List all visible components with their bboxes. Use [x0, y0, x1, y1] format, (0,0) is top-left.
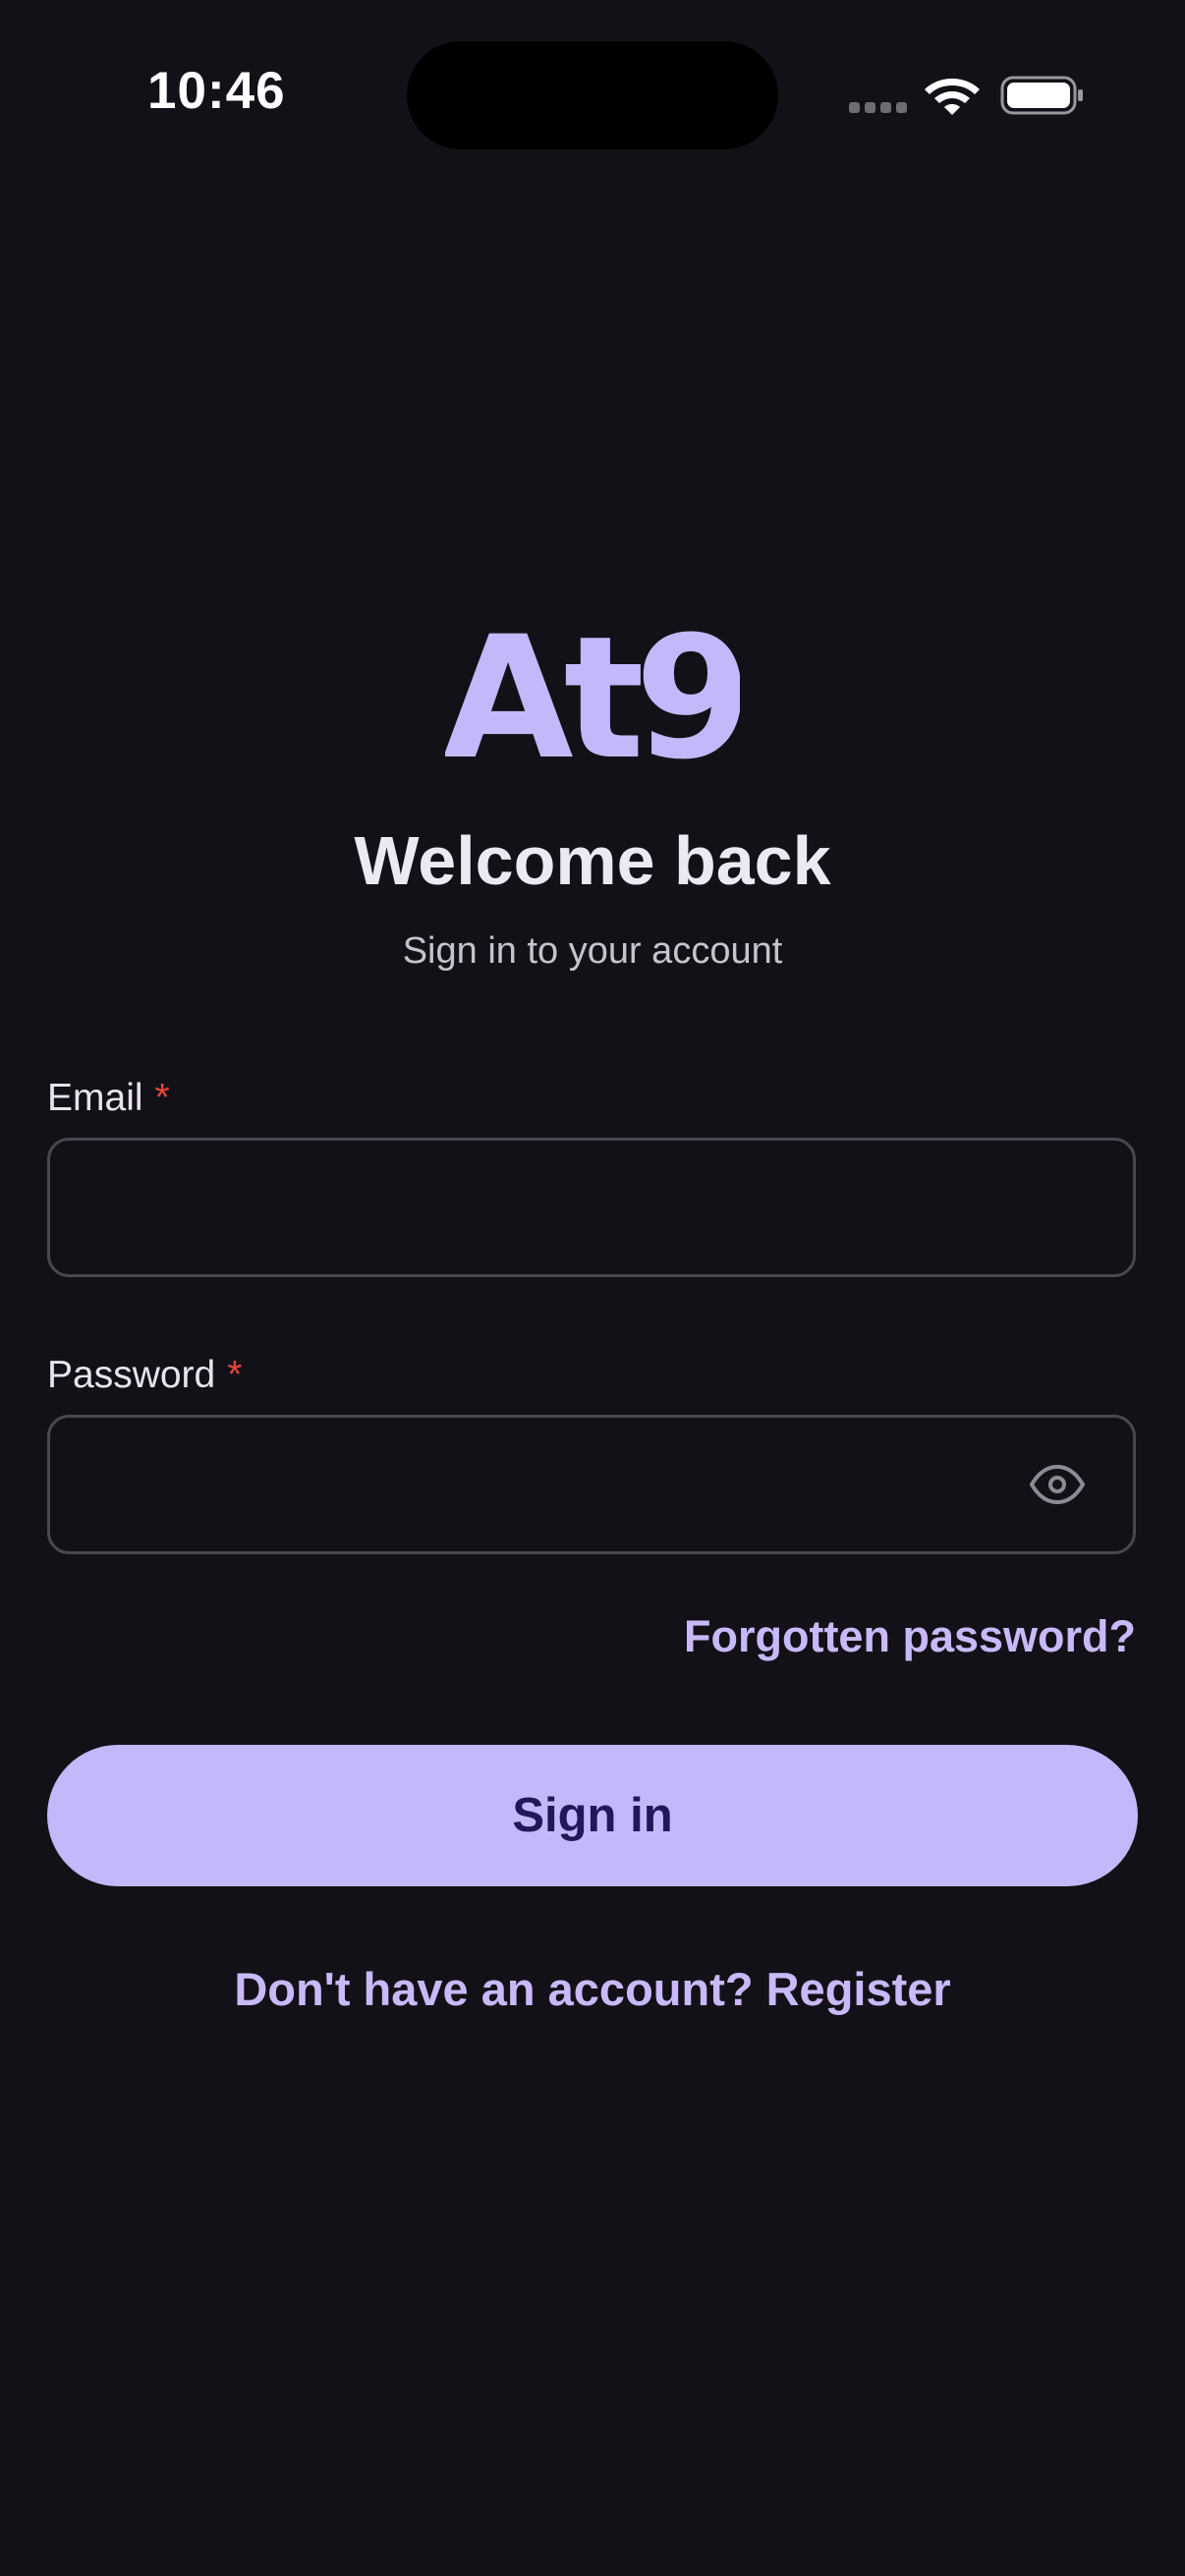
- sign-in-button[interactable]: Sign in: [47, 1745, 1138, 1886]
- email-label: Email *: [47, 1077, 170, 1120]
- register-link[interactable]: Don't have an account? Register: [0, 1962, 1185, 2016]
- wifi-icon: [925, 79, 980, 115]
- email-field[interactable]: [47, 1138, 1136, 1277]
- password-label: Password *: [47, 1354, 242, 1397]
- status-time: 10:46: [147, 62, 286, 120]
- required-mark: *: [227, 1354, 243, 1396]
- cellular-signal-icon: [849, 102, 907, 113]
- status-bar: 10:46: [0, 0, 1185, 196]
- password-field[interactable]: [47, 1415, 1136, 1554]
- email-input[interactable]: [78, 1141, 1025, 1276]
- password-input[interactable]: [78, 1418, 1025, 1553]
- password-label-text: Password: [47, 1354, 216, 1396]
- eye-icon[interactable]: [1029, 1463, 1086, 1506]
- required-mark: *: [154, 1077, 170, 1119]
- logo-text: At9: [445, 619, 740, 776]
- brand-logo: At9: [445, 619, 740, 776]
- battery-icon: [1000, 76, 1083, 115]
- page-title: Welcome back: [354, 822, 831, 899]
- page-subtitle: Sign in to your account: [402, 930, 783, 972]
- forgot-password-link[interactable]: Forgotten password?: [684, 1611, 1136, 1662]
- email-label-text: Email: [47, 1077, 143, 1119]
- dynamic-island: [407, 41, 778, 149]
